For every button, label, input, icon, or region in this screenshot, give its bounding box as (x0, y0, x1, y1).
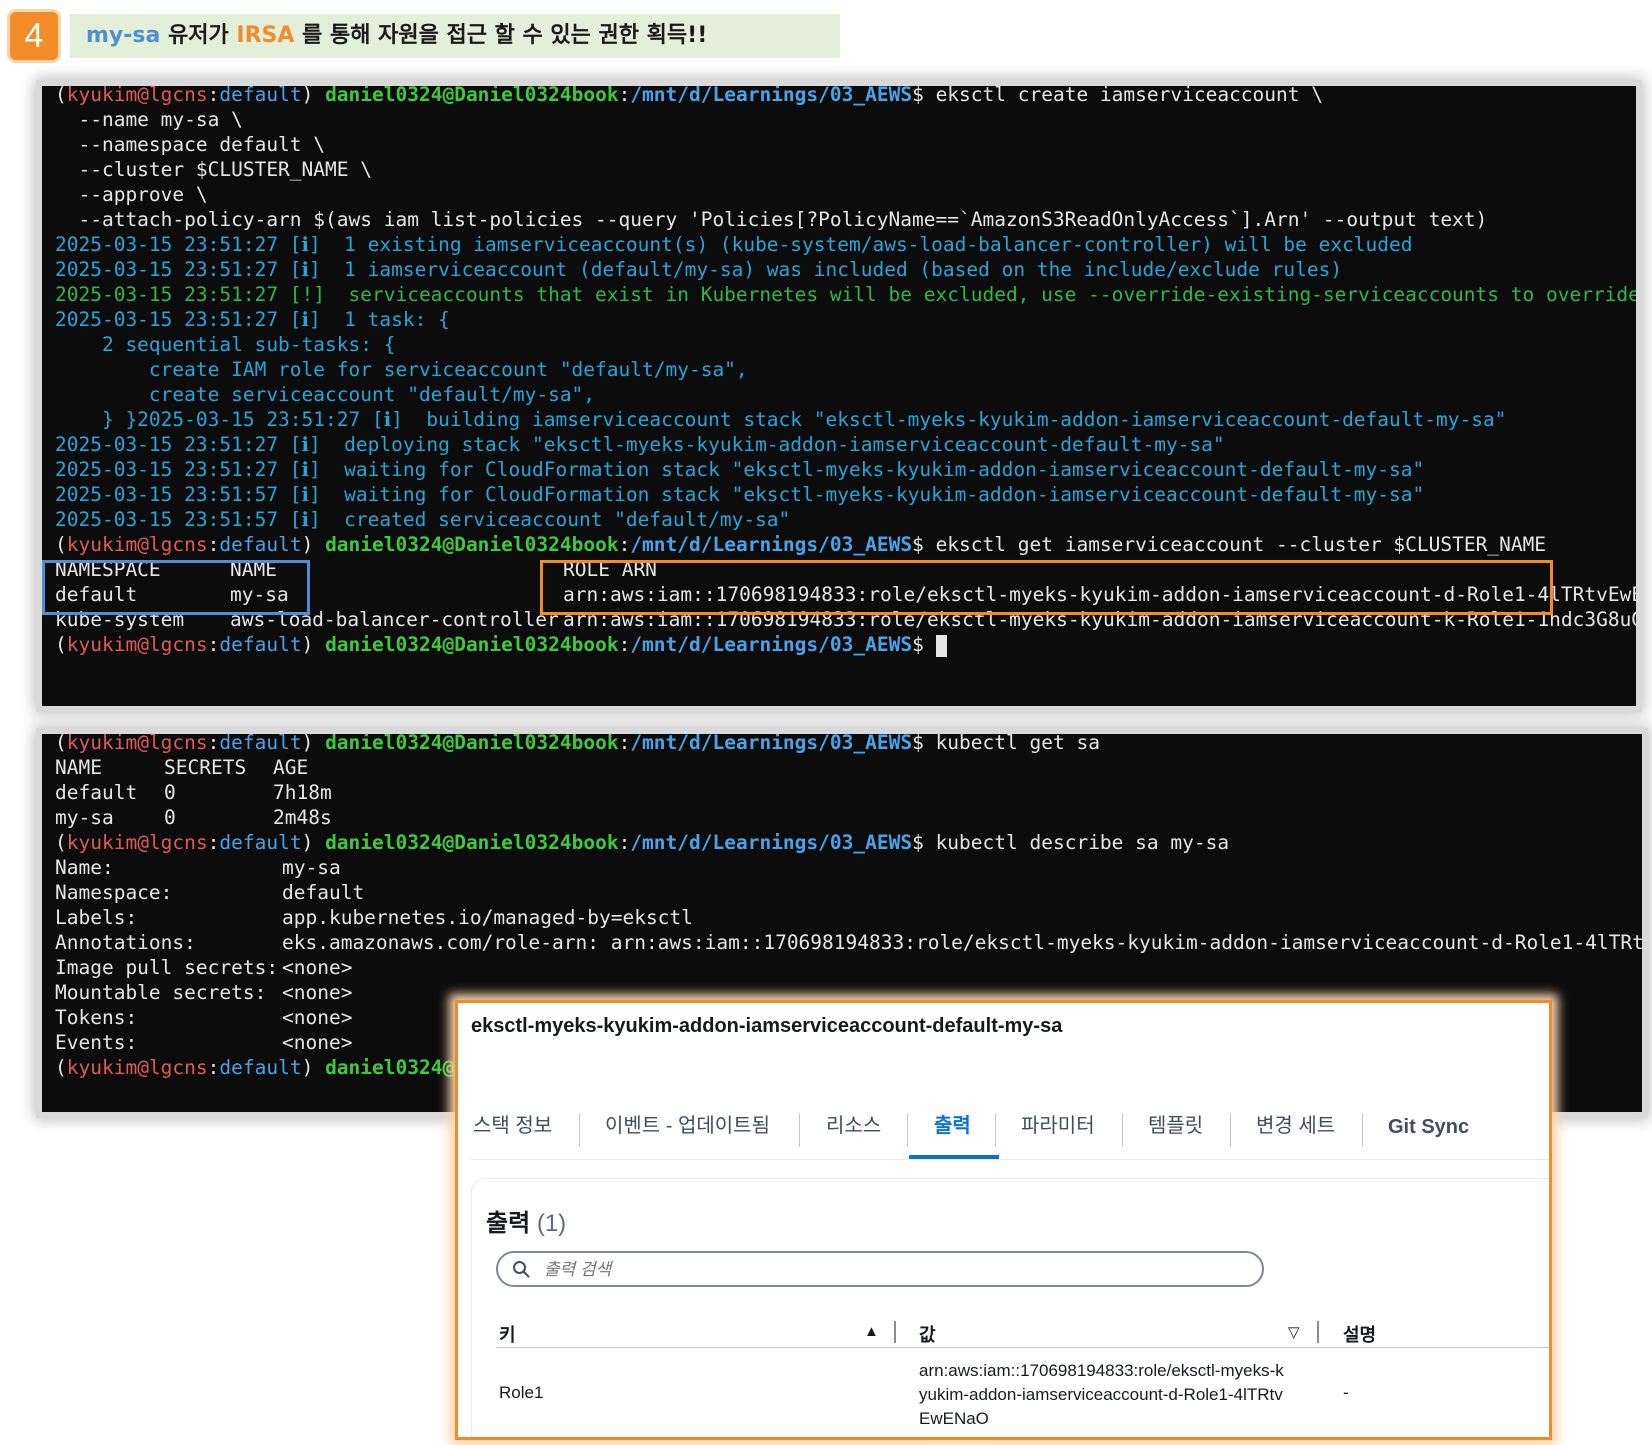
describe-value: <none> (282, 956, 353, 979)
command-arg-line: --namespace default \ (55, 133, 326, 156)
column-header-value[interactable]: 값 (919, 1321, 936, 1347)
tab-resources[interactable]: 리소스 (826, 1103, 881, 1149)
log-line: create serviceaccount "default/my-sa", (55, 383, 596, 406)
tab-divider (1362, 1113, 1363, 1147)
log-line: } }2025-03-15 23:51:27 [ℹ] building iams… (55, 408, 1507, 431)
tab-divider (907, 1113, 908, 1147)
outputs-heading: 출력 (1) (486, 1210, 567, 1237)
output-value-cell: arn:aws:iam::170698194833:role/eksctl-my… (919, 1361, 1284, 1428)
column-divider[interactable] (1317, 1321, 1319, 1343)
describe-key: Namespace: (55, 881, 173, 904)
prompt-line: (kyukim@lgcns:default) daniel0324@Daniel… (55, 632, 947, 658)
command-text: kubectl get sa (923, 734, 1100, 754)
sa-cell-age: 2m48s (273, 806, 332, 829)
sa-cell-secrets: 0 (164, 806, 176, 829)
describe-key: Events: (55, 1031, 138, 1054)
column-header-key[interactable]: 키 (499, 1321, 516, 1347)
tab-git-sync[interactable]: Git Sync (1388, 1104, 1469, 1150)
outputs-search[interactable] (496, 1251, 1264, 1287)
command-arg-line: --cluster $CLUSTER_NAME \ (55, 158, 372, 181)
prompt-line: (kyukim@lgcns:default) daniel0324@Daniel… (55, 533, 1547, 556)
title-irsa: IRSA (236, 23, 295, 48)
sa-header-secrets: SECRETS (164, 756, 247, 779)
sa-header-age: AGE (273, 756, 309, 779)
tab-events[interactable]: 이벤트 - 업데이트됨 (605, 1103, 770, 1149)
tab-divider (995, 1113, 996, 1147)
tab-change-sets[interactable]: 변경 세트 (1256, 1103, 1335, 1149)
describe-value: app.kubernetes.io/managed-by=eksctl (282, 906, 693, 929)
page-title: my-sa 유저가 IRSA 를 통해 자원을 접근 할 수 있는 권한 획득!… (70, 14, 840, 58)
prompt-line: (kyukim@lgcns:default) daniel0324@Dan (55, 1056, 490, 1079)
step-number-badge: 4 (10, 12, 58, 60)
describe-value: my-sa (282, 856, 341, 879)
describe-value: default (282, 881, 365, 904)
log-line-warning: 2025-03-15 23:51:27 [!] serviceaccounts … (55, 283, 1636, 306)
log-line: 2025-03-15 23:51:57 [ℹ] waiting for Clou… (55, 483, 1425, 506)
describe-key: Mountable secrets: (55, 981, 267, 1004)
tab-outputs[interactable]: 출력 (934, 1103, 971, 1149)
output-description-cell: - (1343, 1383, 1349, 1402)
tab-template[interactable]: 템플릿 (1148, 1103, 1203, 1149)
command-arg-line: --approve \ (55, 183, 208, 206)
describe-key: Image pull secrets: (55, 956, 279, 979)
command-arg-line: --name my-sa \ (55, 108, 243, 131)
tab-divider (1122, 1113, 1123, 1147)
stack-name-title: eksctl-myeks-kyukim-addon-iamserviceacco… (471, 1015, 1063, 1037)
terminal-cursor (935, 634, 947, 657)
describe-key: Name: (55, 856, 114, 879)
tab-divider (1230, 1113, 1231, 1147)
log-line: 2025-03-15 23:51:57 [ℹ] created servicea… (55, 508, 791, 531)
log-line: 2025-03-15 23:51:27 [ℹ] 1 existing iamse… (55, 233, 1413, 256)
prompt-line: (kyukim@lgcns:default) daniel0324@Daniel… (55, 831, 1230, 854)
highlight-box-namespace-name (42, 560, 310, 615)
prompt-line: (kyukim@lgcns:default) daniel0324@Daniel… (55, 86, 1323, 108)
describe-key: Labels: (55, 906, 138, 929)
describe-key: Annotations: (55, 931, 196, 954)
highlight-box-role-arn (540, 560, 1553, 615)
log-line: 2025-03-15 23:51:27 [ℹ] 1 iamserviceacco… (55, 258, 1343, 281)
prompt-line: (kyukim@lgcns:default) daniel0324@Daniel… (55, 734, 1100, 756)
header-row-divider (496, 1347, 1549, 1348)
command-text: kubectl describe sa my-sa (923, 831, 1230, 854)
sa-cell-secrets: 0 (164, 781, 176, 804)
output-key-cell: Role1 (499, 1383, 544, 1402)
column-header-description[interactable]: 설명 (1343, 1321, 1376, 1347)
log-line: 2 sequential sub-tasks: { (55, 333, 396, 356)
sort-ascending-icon[interactable]: ▲ (864, 1323, 879, 1340)
sort-descending-icon[interactable]: ▽ (1288, 1323, 1300, 1341)
describe-value: eks.amazonaws.com/role-arn: arn:aws:iam:… (282, 931, 1642, 954)
describe-value: <none> (282, 981, 353, 1004)
sa-header-name: NAME (55, 756, 102, 779)
tabs-divider (471, 1159, 1549, 1160)
search-icon (513, 1261, 530, 1278)
search-input[interactable] (542, 1255, 1246, 1285)
column-divider[interactable] (894, 1321, 896, 1343)
sa-cell-name: default (55, 781, 138, 804)
log-line: 2025-03-15 23:51:27 [ℹ] 1 task: { (55, 308, 450, 331)
describe-key: Tokens: (55, 1006, 138, 1029)
tab-parameters[interactable]: 파라미터 (1021, 1103, 1095, 1149)
command-text: eksctl get iamserviceaccount --cluster $… (923, 533, 1547, 556)
sa-cell-age: 7h18m (273, 781, 332, 804)
cloudformation-stack-panel: eksctl-myeks-kyukim-addon-iamserviceacco… (455, 1000, 1552, 1440)
tab-stack-info[interactable]: 스택 정보 (473, 1103, 552, 1149)
sa-cell-name: my-sa (55, 806, 114, 829)
tab-divider (799, 1113, 800, 1147)
title-user: my-sa (86, 23, 161, 48)
command-arg-line: --attach-policy-arn $(aws iam list-polic… (55, 208, 1488, 231)
describe-value: <none> (282, 1031, 353, 1054)
describe-value: <none> (282, 1006, 353, 1029)
command-text: eksctl create iamserviceaccount \ (923, 86, 1323, 106)
log-line: create IAM role for serviceaccount "defa… (55, 358, 748, 381)
terminal-eksctl[interactable]: (kyukim@lgcns:default) daniel0324@Daniel… (42, 86, 1636, 706)
outputs-count: (1) (536, 1210, 567, 1237)
log-line: 2025-03-15 23:51:27 [ℹ] waiting for Clou… (55, 458, 1425, 481)
title-text-1: 유저가 (160, 23, 237, 48)
log-line: 2025-03-15 23:51:27 [ℹ] deploying stack … (55, 433, 1225, 456)
tab-divider (579, 1113, 580, 1147)
title-text-2: 를 통해 자원을 접근 할 수 있는 권한 획득!! (294, 23, 708, 48)
